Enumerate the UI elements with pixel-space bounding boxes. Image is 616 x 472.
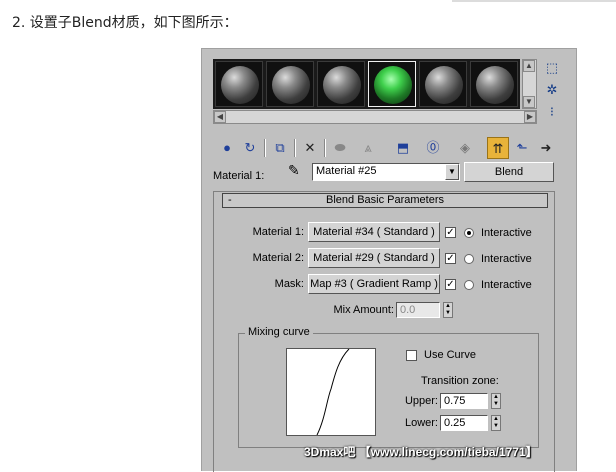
eyedropper-icon[interactable]: ✎ bbox=[288, 162, 300, 179]
material-sphere bbox=[272, 66, 310, 104]
material-2-checkbox[interactable]: ✓ bbox=[445, 253, 456, 264]
go-forward-sibling-icon[interactable]: ➜ bbox=[535, 137, 557, 159]
material-name-value: Material #25 bbox=[316, 165, 377, 177]
scroll-right-icon[interactable]: ▶ bbox=[524, 111, 536, 123]
sample-slot-5[interactable] bbox=[419, 61, 467, 107]
mixing-curve-line bbox=[316, 348, 350, 436]
material-id-channel-icon[interactable]: ⓪ bbox=[422, 137, 444, 159]
lower-spinner[interactable]: ▲ ▼ bbox=[491, 415, 501, 431]
material-1-button[interactable]: Material #34 ( Standard ) bbox=[308, 222, 440, 242]
dropdown-arrow-icon[interactable]: ▼ bbox=[445, 164, 459, 180]
sample-slots bbox=[213, 59, 520, 109]
material-sphere bbox=[476, 66, 514, 104]
lower-label: Lower: bbox=[404, 417, 438, 429]
backlight-icon[interactable]: ✲ bbox=[543, 81, 561, 99]
watermark-text: 3Dmax吧 【www.linecg.com/tieba/1771】 bbox=[304, 445, 538, 459]
material-sphere bbox=[425, 66, 463, 104]
material-name-field[interactable]: Material #25 ▼ bbox=[312, 163, 460, 181]
upper-field[interactable]: 0.75 bbox=[440, 393, 488, 409]
material-2-label: Material 2: bbox=[252, 252, 304, 264]
mask-interactive-radio[interactable] bbox=[464, 280, 474, 290]
slots-horizontal-scrollbar[interactable]: ◀ ▶ bbox=[213, 110, 537, 124]
upper-label: Upper: bbox=[404, 395, 438, 407]
sample-type-icon[interactable]: ⬚ bbox=[543, 59, 561, 77]
material-label: Material 1: bbox=[213, 170, 265, 182]
rollout-header[interactable]: - Blend Basic Parameters bbox=[222, 193, 548, 208]
collapse-icon: - bbox=[228, 194, 232, 206]
material-2-interactive-label: Interactive bbox=[481, 253, 532, 265]
use-curve-checkbox[interactable] bbox=[406, 350, 417, 361]
delete-icon[interactable]: ✕ bbox=[299, 137, 321, 159]
material-sphere-green bbox=[374, 66, 412, 104]
lower-field[interactable]: 0.25 bbox=[440, 415, 488, 431]
mix-amount-spinner[interactable]: ▲ ▼ bbox=[443, 302, 453, 318]
scroll-up-icon[interactable]: ▲ bbox=[523, 60, 535, 72]
step-heading: 2. 设置子Blend材质，如下图所示： bbox=[12, 15, 238, 31]
mix-amount-field[interactable]: 0.0 bbox=[396, 302, 440, 318]
mask-label: Mask: bbox=[274, 278, 304, 290]
material-1-checkbox[interactable]: ✓ bbox=[445, 227, 456, 238]
material-2-button[interactable]: Material #29 ( Standard ) bbox=[308, 248, 440, 268]
scroll-left-icon[interactable]: ◀ bbox=[214, 111, 226, 123]
material-editor-window: ▲ ▼ ◀ ▶ ⬚ ✲ ⁝ ● ↻ ⧉ ✕ ⬬ ⩓ ⬒ ⓪ ◈ ⇈ ⬑ ➜ Ma… bbox=[201, 48, 577, 472]
material-1-label: Material 1: bbox=[252, 226, 304, 238]
scroll-down-icon[interactable]: ▼ bbox=[523, 96, 535, 108]
material-1-interactive-radio[interactable] bbox=[464, 228, 474, 238]
mixing-curve-graph bbox=[286, 348, 376, 436]
mixing-curve-title: Mixing curve bbox=[245, 326, 313, 338]
rollout-title: Blend Basic Parameters bbox=[326, 194, 444, 206]
mask-checkbox[interactable]: ✓ bbox=[445, 279, 456, 290]
material-2-interactive-radio[interactable] bbox=[464, 254, 474, 264]
sample-slot-3[interactable] bbox=[317, 61, 365, 107]
upper-spinner[interactable]: ▲ ▼ bbox=[491, 393, 501, 409]
material-sphere bbox=[221, 66, 259, 104]
make-unique-icon[interactable]: ⩓ bbox=[357, 137, 379, 159]
material-sphere bbox=[323, 66, 361, 104]
copy-material-icon[interactable]: ⬬ bbox=[329, 137, 351, 159]
slots-vertical-scrollbar[interactable]: ▲ ▼ bbox=[522, 59, 537, 109]
transition-zone-label: Transition zone: bbox=[421, 375, 499, 387]
sample-slot-2[interactable] bbox=[266, 61, 314, 107]
assign-material-icon[interactable]: ⧉ bbox=[269, 137, 291, 159]
sample-slot-4-selected[interactable] bbox=[368, 61, 416, 107]
mask-map-button[interactable]: Map #3 ( Gradient Ramp ) bbox=[308, 274, 440, 294]
sample-slot-6[interactable] bbox=[470, 61, 518, 107]
sample-slot-1[interactable] bbox=[215, 61, 263, 107]
top-divider bbox=[452, 0, 616, 2]
sample-uv-tiling-icon[interactable]: ⁝ bbox=[543, 103, 561, 121]
mask-interactive-label: Interactive bbox=[481, 279, 532, 291]
go-to-parent-icon[interactable]: ⬑ bbox=[511, 137, 533, 159]
show-end-result-icon[interactable]: ⇈ bbox=[487, 137, 509, 159]
show-map-icon[interactable]: ◈ bbox=[454, 137, 476, 159]
use-curve-label: Use Curve bbox=[424, 349, 476, 361]
material-type-button[interactable]: Blend bbox=[464, 162, 554, 182]
mix-amount-label: Mix Amount: bbox=[333, 304, 394, 316]
put-to-library-icon[interactable]: ⬒ bbox=[392, 137, 414, 159]
put-material-icon[interactable]: ↻ bbox=[239, 137, 261, 159]
material-1-interactive-label: Interactive bbox=[481, 227, 532, 239]
get-material-icon[interactable]: ● bbox=[216, 137, 238, 159]
